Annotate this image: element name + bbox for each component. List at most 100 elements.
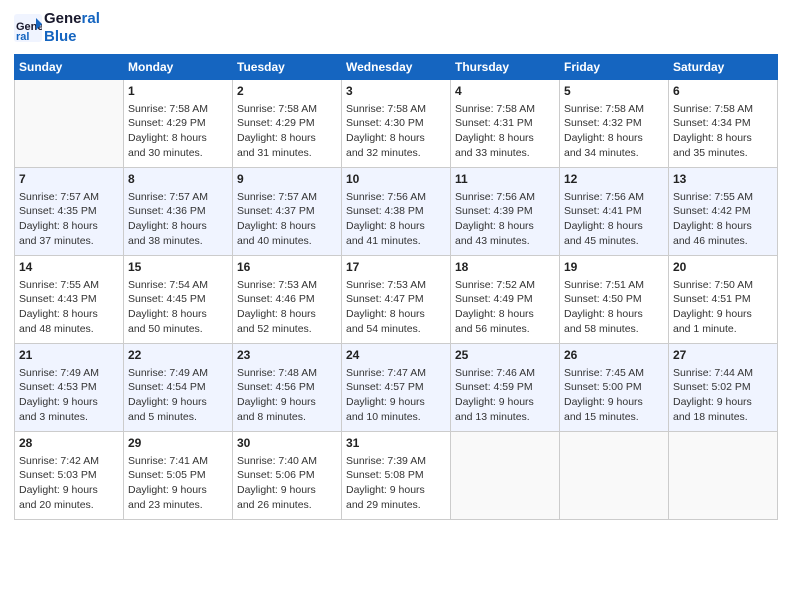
day-number: 28	[19, 435, 119, 452]
day-info: Sunrise: 7:50 AM Sunset: 4:51 PM Dayligh…	[673, 278, 773, 337]
day-info: Sunrise: 7:40 AM Sunset: 5:06 PM Dayligh…	[237, 454, 337, 513]
day-info: Sunrise: 7:58 AM Sunset: 4:34 PM Dayligh…	[673, 102, 773, 161]
calendar-cell: 18 Sunrise: 7:52 AM Sunset: 4:49 PM Dayli…	[451, 256, 560, 344]
calendar-cell: 19Sunrise: 7:51 AM Sunset: 4:50 PM Dayli…	[560, 256, 669, 344]
day-number: 19	[564, 259, 664, 276]
day-info: Sunrise: 7:58 AM Sunset: 4:32 PM Dayligh…	[564, 102, 664, 161]
day-number: 30	[237, 435, 337, 452]
day-info: Sunrise: 7:48 AM Sunset: 4:56 PM Dayligh…	[237, 366, 337, 425]
day-number: 27	[673, 347, 773, 364]
day-number: 1	[128, 83, 228, 100]
week-row-1: 7 Sunrise: 7:57 AM Sunset: 4:35 PM Daylig…	[15, 168, 778, 256]
day-info: Sunrise: 7:57 AM Sunset: 4:37 PM Dayligh…	[237, 190, 337, 249]
day-number: 20	[673, 259, 773, 276]
logo-icon: Gene ral	[14, 14, 42, 42]
day-number: 6	[673, 83, 773, 100]
day-info: Sunrise: 7:52 AM Sunset: 4:49 PM Dayligh…	[455, 278, 555, 337]
day-info: Sunrise: 7:57 AM Sunset: 4:36 PM Dayligh…	[128, 190, 228, 249]
calendar-cell: 12Sunrise: 7:56 AM Sunset: 4:41 PM Dayli…	[560, 168, 669, 256]
day-info: Sunrise: 7:39 AM Sunset: 5:08 PM Dayligh…	[346, 454, 446, 513]
day-number: 5	[564, 83, 664, 100]
day-info: Sunrise: 7:53 AM Sunset: 4:47 PM Dayligh…	[346, 278, 446, 337]
weekday-header-saturday: Saturday	[669, 55, 778, 80]
day-info: Sunrise: 7:41 AM Sunset: 5:05 PM Dayligh…	[128, 454, 228, 513]
day-info: Sunrise: 7:54 AM Sunset: 4:45 PM Dayligh…	[128, 278, 228, 337]
day-info: Sunrise: 7:45 AM Sunset: 5:00 PM Dayligh…	[564, 366, 664, 425]
day-info: Sunrise: 7:49 AM Sunset: 4:54 PM Dayligh…	[128, 366, 228, 425]
logo: Gene ral General Blue	[14, 10, 100, 46]
day-info: Sunrise: 7:49 AM Sunset: 4:53 PM Dayligh…	[19, 366, 119, 425]
day-number: 7	[19, 171, 119, 188]
calendar-cell: 20 Sunrise: 7:50 AM Sunset: 4:51 PM Dayli…	[669, 256, 778, 344]
calendar-cell: 26Sunrise: 7:45 AM Sunset: 5:00 PM Dayli…	[560, 344, 669, 432]
calendar-cell: 21 Sunrise: 7:49 AM Sunset: 4:53 PM Dayli…	[15, 344, 124, 432]
day-number: 24	[346, 347, 446, 364]
day-number: 15	[128, 259, 228, 276]
calendar-cell: 1 Sunrise: 7:58 AM Sunset: 4:29 PM Daylig…	[124, 80, 233, 168]
day-number: 2	[237, 83, 337, 100]
week-row-3: 21 Sunrise: 7:49 AM Sunset: 4:53 PM Dayli…	[15, 344, 778, 432]
calendar-cell: 16 Sunrise: 7:53 AM Sunset: 4:46 PM Dayli…	[233, 256, 342, 344]
week-row-4: 28 Sunrise: 7:42 AM Sunset: 5:03 PM Dayli…	[15, 432, 778, 520]
calendar-cell: 9 Sunrise: 7:57 AM Sunset: 4:37 PM Daylig…	[233, 168, 342, 256]
logo-text: General Blue	[44, 10, 100, 46]
day-info: Sunrise: 7:58 AM Sunset: 4:29 PM Dayligh…	[128, 102, 228, 161]
weekday-header-tuesday: Tuesday	[233, 55, 342, 80]
calendar-cell	[669, 432, 778, 520]
calendar-cell: 13 Sunrise: 7:55 AM Sunset: 4:42 PM Dayli…	[669, 168, 778, 256]
day-number: 11	[455, 171, 555, 188]
calendar-cell: 31 Sunrise: 7:39 AM Sunset: 5:08 PM Dayli…	[342, 432, 451, 520]
weekday-header-sunday: Sunday	[15, 55, 124, 80]
day-info: Sunrise: 7:57 AM Sunset: 4:35 PM Dayligh…	[19, 190, 119, 249]
calendar-cell: 5 Sunrise: 7:58 AM Sunset: 4:32 PM Daylig…	[560, 80, 669, 168]
day-info: Sunrise: 7:56 AM Sunset: 4:38 PM Dayligh…	[346, 190, 446, 249]
day-info: Sunrise: 7:56 AM Sunset: 4:41 PM Dayligh…	[564, 190, 664, 249]
calendar-cell: 22 Sunrise: 7:49 AM Sunset: 4:54 PM Dayli…	[124, 344, 233, 432]
calendar-cell: 17Sunrise: 7:53 AM Sunset: 4:47 PM Dayli…	[342, 256, 451, 344]
day-number: 18	[455, 259, 555, 276]
calendar-cell	[15, 80, 124, 168]
calendar-cell: 4Sunrise: 7:58 AM Sunset: 4:31 PM Daylig…	[451, 80, 560, 168]
day-number: 8	[128, 171, 228, 188]
calendar-table: SundayMondayTuesdayWednesdayThursdayFrid…	[14, 54, 778, 520]
day-number: 9	[237, 171, 337, 188]
calendar-cell: 15 Sunrise: 7:54 AM Sunset: 4:45 PM Dayli…	[124, 256, 233, 344]
calendar-cell: 2Sunrise: 7:58 AM Sunset: 4:29 PM Daylig…	[233, 80, 342, 168]
day-info: Sunrise: 7:42 AM Sunset: 5:03 PM Dayligh…	[19, 454, 119, 513]
day-info: Sunrise: 7:55 AM Sunset: 4:43 PM Dayligh…	[19, 278, 119, 337]
day-info: Sunrise: 7:58 AM Sunset: 4:31 PM Dayligh…	[455, 102, 555, 161]
day-number: 22	[128, 347, 228, 364]
calendar-cell	[560, 432, 669, 520]
calendar-cell: 8 Sunrise: 7:57 AM Sunset: 4:36 PM Daylig…	[124, 168, 233, 256]
day-number: 10	[346, 171, 446, 188]
calendar-cell: 10 Sunrise: 7:56 AM Sunset: 4:38 PM Dayli…	[342, 168, 451, 256]
day-number: 21	[19, 347, 119, 364]
day-number: 25	[455, 347, 555, 364]
calendar-cell: 14Sunrise: 7:55 AM Sunset: 4:43 PM Dayli…	[15, 256, 124, 344]
week-row-0: 1 Sunrise: 7:58 AM Sunset: 4:29 PM Daylig…	[15, 80, 778, 168]
svg-text:ral: ral	[16, 31, 29, 42]
day-info: Sunrise: 7:53 AM Sunset: 4:46 PM Dayligh…	[237, 278, 337, 337]
day-number: 31	[346, 435, 446, 452]
week-row-2: 14Sunrise: 7:55 AM Sunset: 4:43 PM Dayli…	[15, 256, 778, 344]
calendar-cell: 27 Sunrise: 7:44 AM Sunset: 5:02 PM Dayli…	[669, 344, 778, 432]
day-info: Sunrise: 7:55 AM Sunset: 4:42 PM Dayligh…	[673, 190, 773, 249]
day-info: Sunrise: 7:46 AM Sunset: 4:59 PM Dayligh…	[455, 366, 555, 425]
day-number: 29	[128, 435, 228, 452]
calendar-cell: 30 Sunrise: 7:40 AM Sunset: 5:06 PM Dayli…	[233, 432, 342, 520]
day-info: Sunrise: 7:58 AM Sunset: 4:30 PM Dayligh…	[346, 102, 446, 161]
calendar-cell: 29 Sunrise: 7:41 AM Sunset: 5:05 PM Dayli…	[124, 432, 233, 520]
day-number: 23	[237, 347, 337, 364]
day-number: 13	[673, 171, 773, 188]
calendar-cell: 11Sunrise: 7:56 AM Sunset: 4:39 PM Dayli…	[451, 168, 560, 256]
weekday-header-wednesday: Wednesday	[342, 55, 451, 80]
weekday-header-monday: Monday	[124, 55, 233, 80]
calendar-cell: 28 Sunrise: 7:42 AM Sunset: 5:03 PM Dayli…	[15, 432, 124, 520]
calendar-cell	[451, 432, 560, 520]
weekday-header-row: SundayMondayTuesdayWednesdayThursdayFrid…	[15, 55, 778, 80]
day-info: Sunrise: 7:47 AM Sunset: 4:57 PM Dayligh…	[346, 366, 446, 425]
calendar-cell: 23 Sunrise: 7:48 AM Sunset: 4:56 PM Dayli…	[233, 344, 342, 432]
day-number: 16	[237, 259, 337, 276]
day-info: Sunrise: 7:44 AM Sunset: 5:02 PM Dayligh…	[673, 366, 773, 425]
calendar-cell: 7 Sunrise: 7:57 AM Sunset: 4:35 PM Daylig…	[15, 168, 124, 256]
